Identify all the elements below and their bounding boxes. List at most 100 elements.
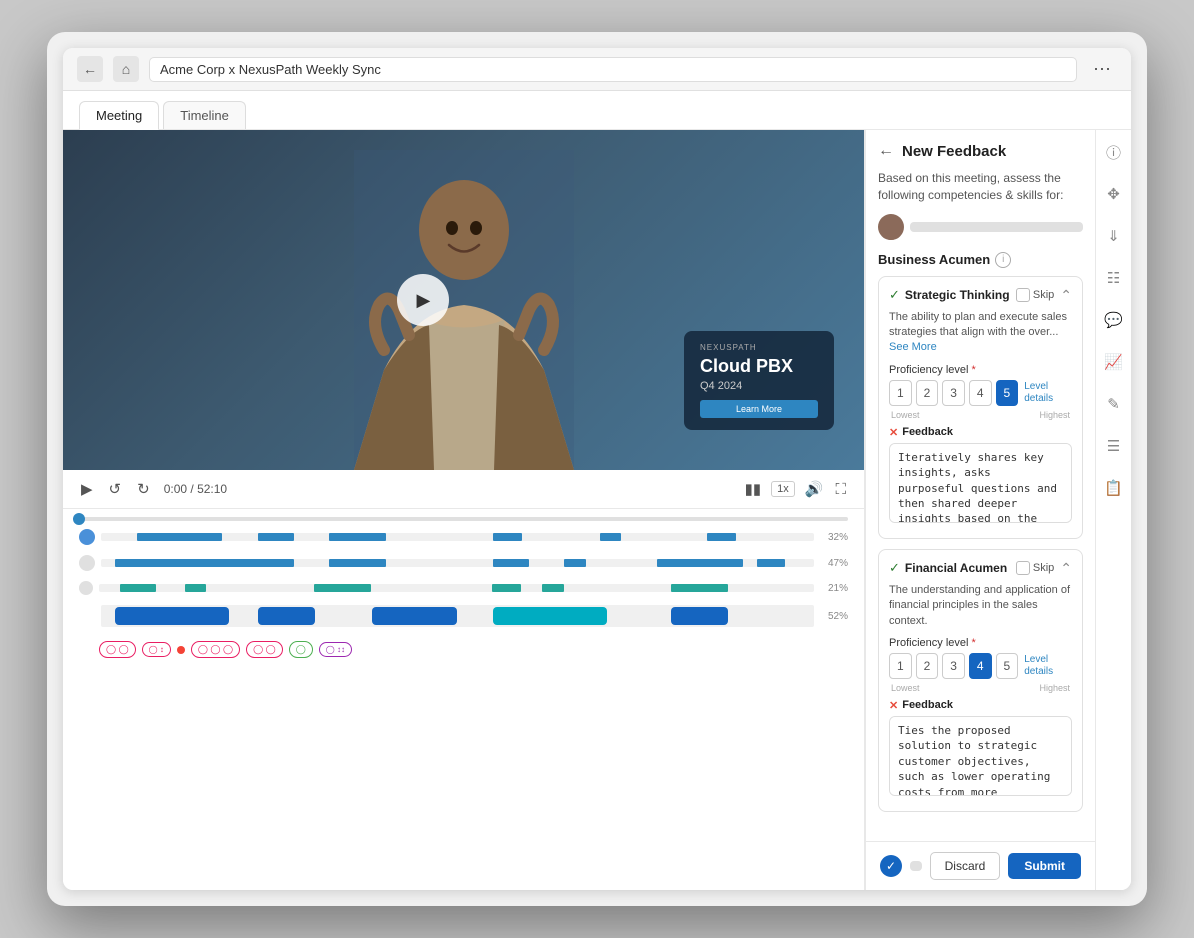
feedback-label: ✕ Feedback [889,426,1072,439]
feedback-scroll-content: ← New Feedback Based on this meeting, as… [866,130,1095,841]
competency-card-strategic-thinking: ✓ Strategic Thinking Skip ⌃ [878,276,1083,539]
feedback-textarea-2[interactable]: Ties the proposed solution to strategic … [889,716,1072,796]
level-3-button[interactable]: 3 [942,380,965,406]
section-header: Business Acumen i [878,252,1083,268]
grid-side-icon[interactable]: ✥ [1100,180,1128,208]
feedback-textarea-1[interactable]: Iteratively shares key insights, asks pu… [889,443,1072,523]
video-section: ▶ NEXUSPATH Cloud PBX Q4 2024 Learn More [63,130,864,470]
slide-cta-button[interactable]: Learn More [700,400,818,418]
reaction-bubble: ◯ ↕ [142,642,171,657]
level-2-button[interactable]: 2 [916,380,939,406]
progress-bar[interactable] [79,517,848,521]
download-side-icon[interactable]: ⇓ [1100,222,1128,250]
person-avatar [878,214,904,240]
feedback-title: New Feedback [902,143,1006,160]
timeline-track [99,584,814,592]
competency-card-financial-acumen: ✓ Financial Acumen Skip ⌃ [878,549,1083,812]
proficiency-label: Proficiency level * [889,637,1072,649]
skip-toggle[interactable]: Skip [1016,288,1054,302]
collapse-button[interactable]: ⌃ [1060,287,1072,304]
avatar [79,581,93,595]
reaction-row: ◯ ◯ ◯ ↕ ◯ ◯ ◯ ◯ ◯ ◯ ◯ ↕↕ [79,641,848,658]
section-title: Business Acumen [878,252,990,267]
comp-name: Strategic Thinking [905,288,1010,302]
reaction-bubble: ◯ ◯ [99,641,136,658]
comp-actions: Skip ⌃ [1016,287,1072,304]
avatar [79,529,95,545]
app-content: Meeting Timeline [63,91,1131,890]
percentage-label: 21% [820,583,848,594]
chat-side-icon[interactable]: 💬 [1100,306,1128,334]
feedback-label: ✕ Feedback [889,699,1072,712]
level-labels: Lowest Highest [889,683,1072,693]
comp-card-header: ✓ Financial Acumen Skip ⌃ [889,560,1072,577]
marker-dot [177,646,185,654]
time-display: 0:00 / 52:10 [164,482,227,496]
notes-side-icon[interactable]: ☷ [1100,264,1128,292]
tab-timeline[interactable]: Timeline [163,101,246,129]
level-labels: Lowest Highest [889,410,1072,420]
captions-button[interactable]: ▮▮ [743,478,764,500]
bottom-bar: ✓ Discard Submit [866,841,1095,890]
collapse-button[interactable]: ⌃ [1060,560,1072,577]
discard-button[interactable]: Discard [930,852,1001,880]
level-5-button[interactable]: 5 [996,653,1019,679]
timeline-track [101,533,814,541]
skip-toggle[interactable]: Skip [1016,561,1054,575]
reaction-bubble: ◯ ◯ ◯ [191,641,240,658]
submit-button[interactable]: Submit [1008,853,1081,879]
forward-button[interactable]: ↻ [135,478,152,500]
see-more-link[interactable]: See More [889,341,937,353]
reaction-bubble: ◯ ↕↕ [319,642,352,657]
home-button[interactable]: ⌂ [113,56,139,82]
address-bar: Acme Corp x NexusPath Weekly Sync [149,57,1077,82]
feedback-icon: ✕ [889,699,898,712]
tab-meeting[interactable]: Meeting [79,101,159,130]
control-group-right: ▮▮ 1x 🔊 ⛶ [743,478,848,500]
play-button[interactable]: ▶ [397,274,449,326]
comp-actions: Skip ⌃ [1016,560,1072,577]
fullscreen-button[interactable]: ⛶ [833,479,848,500]
level-details-link[interactable]: Level details [1024,381,1072,405]
volume-button[interactable]: 🔊 [803,478,826,500]
info-side-icon[interactable]: ⓘ [1100,138,1128,166]
submit-check-icon: ✓ [880,855,902,877]
percentage-label: 52% [820,611,848,622]
skip-checkbox[interactable] [1016,288,1030,302]
level-details-link[interactable]: Level details [1024,654,1072,678]
feedback-header: ← New Feedback [878,142,1083,160]
edit-side-icon[interactable]: ✎ [1100,390,1128,418]
speed-button[interactable]: 1x [771,481,795,497]
back-button[interactable]: ← [77,56,103,82]
back-button[interactable]: ← [878,142,894,160]
level-4-button[interactable]: 4 [969,653,992,679]
progress-bar-area [63,509,864,521]
list-side-icon[interactable]: ☰ [1100,432,1128,460]
level-1-button[interactable]: 1 [889,653,912,679]
more-menu-button[interactable]: ⋯ [1087,57,1117,82]
browser-topbar: ← ⌂ Acme Corp x NexusPath Weekly Sync ⋯ [63,48,1131,91]
feedback-subtitle: Based on this meeting, assess the follow… [878,170,1083,204]
level-5-button[interactable]: 5 [996,380,1019,406]
proficiency-label: Proficiency level * [889,364,1072,376]
timeline-track [101,559,814,567]
play-pause-button[interactable]: ▶ [79,478,95,500]
skip-checkbox[interactable] [1016,561,1030,575]
level-3-button[interactable]: 3 [942,653,965,679]
person-image [354,150,574,470]
person-name-placeholder-bottom [910,861,922,871]
feedback-side-icon[interactable]: 📋 [1100,474,1128,502]
comp-card-header: ✓ Strategic Thinking Skip ⌃ [889,287,1072,304]
level-2-button[interactable]: 2 [916,653,939,679]
info-icon[interactable]: i [995,252,1011,268]
level-4-button[interactable]: 4 [969,380,992,406]
timeline-row: 21% [79,581,848,595]
chart-side-icon[interactable]: 📈 [1100,348,1128,376]
level-1-button[interactable]: 1 [889,380,912,406]
progress-dot [73,513,85,525]
side-icons-panel: ⓘ ✥ ⇓ ☷ 💬 📈 ✎ ☰ 📋 [1095,130,1131,890]
timeline-area: 32% [63,521,864,666]
page-title: Acme Corp x NexusPath Weekly Sync [160,62,381,77]
device-frame: ← ⌂ Acme Corp x NexusPath Weekly Sync ⋯ … [47,32,1147,906]
rewind-button[interactable]: ↺ [107,478,124,500]
